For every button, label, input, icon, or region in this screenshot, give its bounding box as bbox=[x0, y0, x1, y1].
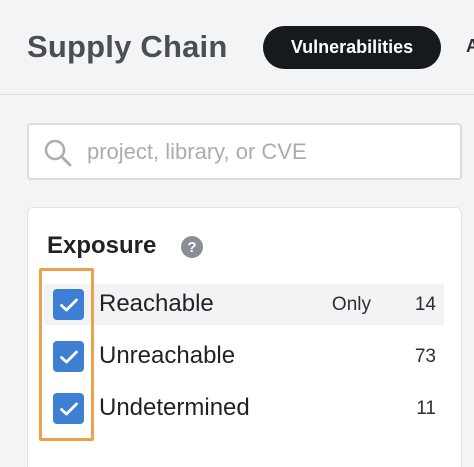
check-icon bbox=[59, 298, 78, 311]
tab-next-partial[interactable]: A bbox=[466, 36, 474, 57]
checkbox-reachable[interactable] bbox=[53, 289, 84, 320]
only-link[interactable]: Only bbox=[332, 294, 371, 316]
section-title: Exposure bbox=[47, 232, 157, 259]
search-input[interactable] bbox=[87, 125, 447, 178]
filter-label: Reachable bbox=[99, 290, 214, 317]
check-icon bbox=[59, 350, 78, 363]
checkbox-unreachable[interactable] bbox=[53, 341, 84, 372]
exposure-filter-card: Exposure ? Reachable Only 14 Unreachable… bbox=[27, 207, 462, 467]
help-icon[interactable]: ? bbox=[181, 236, 203, 258]
filter-row-undetermined[interactable]: Undetermined 11 bbox=[44, 388, 444, 429]
header: Supply Chain Vulnerabilities A bbox=[0, 0, 474, 95]
filter-row-unreachable[interactable]: Unreachable 73 bbox=[44, 336, 444, 377]
filter-count: 73 bbox=[414, 346, 436, 367]
check-icon bbox=[59, 402, 78, 415]
filter-label: Undetermined bbox=[99, 394, 250, 421]
checkbox-undetermined[interactable] bbox=[53, 393, 84, 424]
search-icon bbox=[44, 139, 72, 167]
filter-count: 11 bbox=[416, 398, 436, 419]
page: Supply Chain Vulnerabilities A Exposure … bbox=[0, 0, 474, 467]
filter-row-reachable[interactable]: Reachable Only 14 bbox=[44, 284, 444, 325]
app-title: Supply Chain bbox=[27, 29, 228, 64]
tab-vulnerabilities[interactable]: Vulnerabilities bbox=[263, 26, 441, 69]
filter-label: Unreachable bbox=[99, 342, 236, 369]
search-box[interactable] bbox=[27, 123, 462, 180]
filter-count: 14 bbox=[414, 294, 436, 315]
